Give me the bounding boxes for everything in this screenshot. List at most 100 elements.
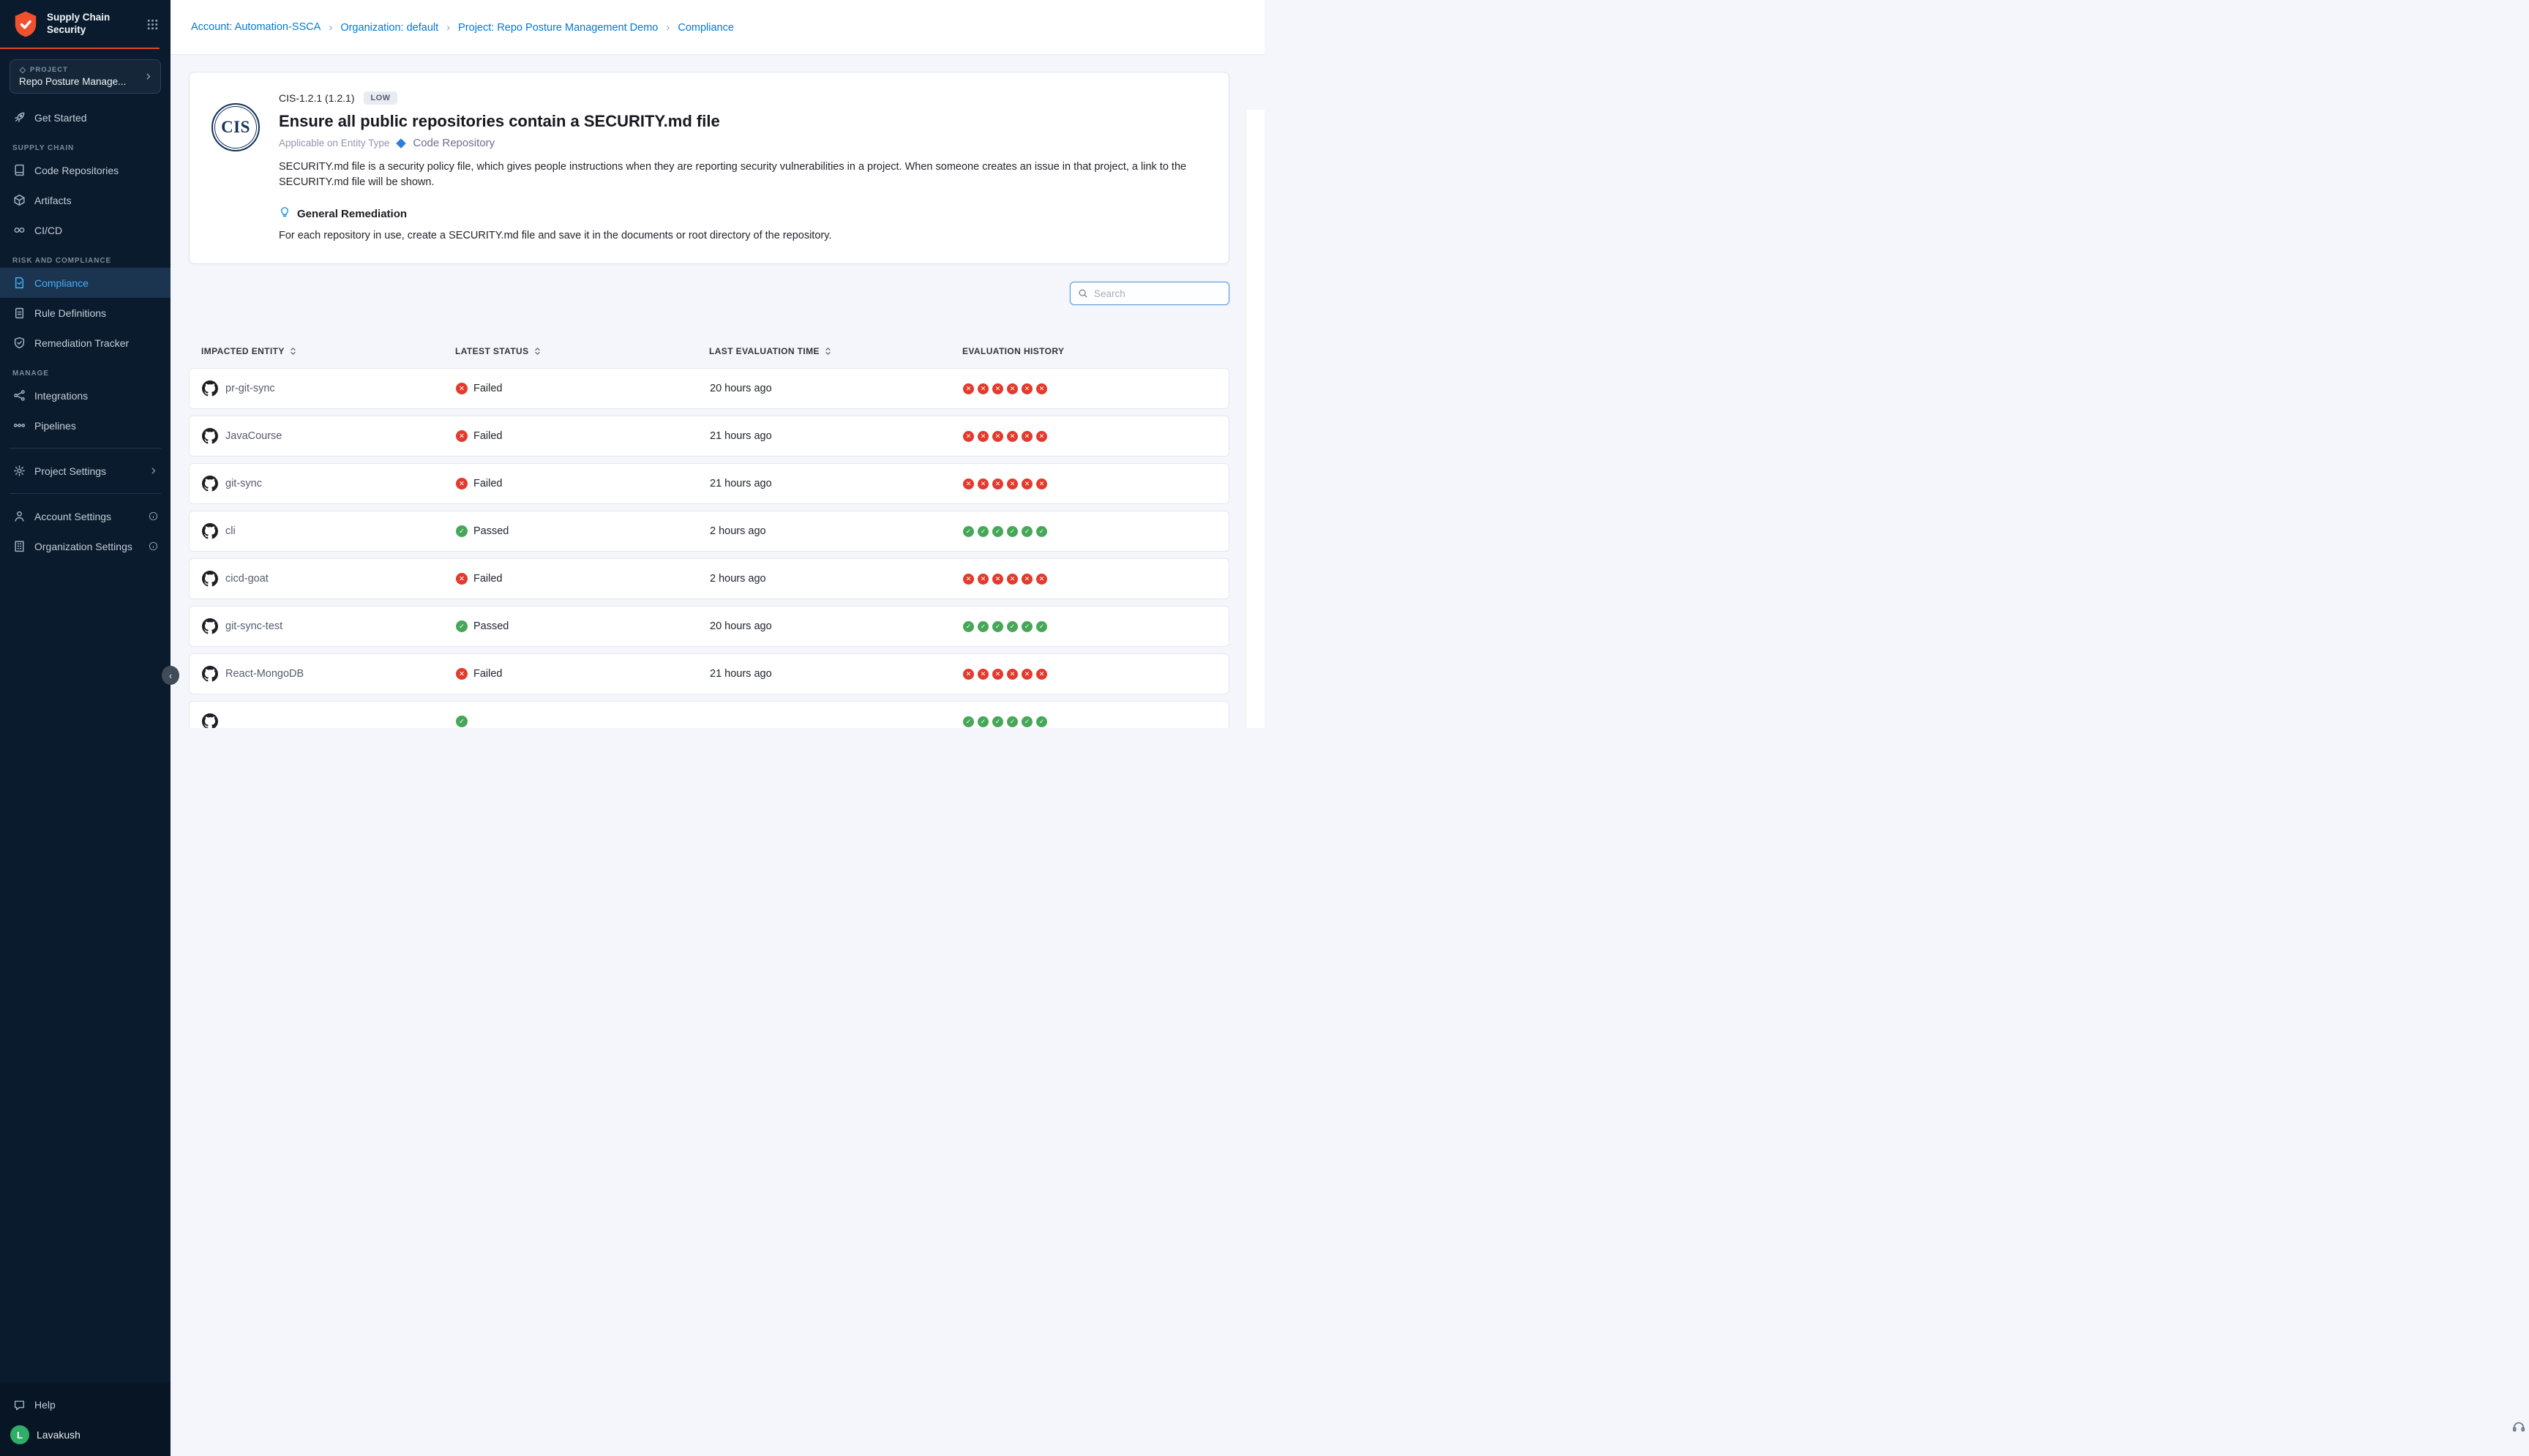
sort-icon[interactable]	[289, 346, 297, 356]
passed-icon[interactable]: ✓	[1007, 621, 1018, 632]
failed-icon[interactable]: ✕	[1036, 574, 1047, 585]
failed-icon[interactable]: ✕	[978, 431, 989, 442]
table-row[interactable]: pr-git-sync ✕ Failed 20 hours ago ✕✕✕✕✕✕	[189, 368, 1229, 409]
entity-name[interactable]: git-sync	[225, 478, 262, 489]
passed-icon[interactable]: ✓	[1036, 526, 1047, 537]
sort-icon[interactable]	[533, 346, 542, 356]
failed-icon[interactable]: ✕	[1036, 669, 1047, 680]
failed-icon[interactable]: ✕	[1022, 431, 1033, 442]
repository-icon	[12, 164, 26, 176]
project-selector[interactable]: PROJECT Repo Posture Manage...	[10, 59, 161, 94]
failed-icon[interactable]: ✕	[1036, 383, 1047, 394]
failed-icon[interactable]: ✕	[963, 383, 974, 394]
passed-icon[interactable]: ✓	[978, 716, 989, 727]
info-icon[interactable]	[149, 541, 158, 551]
passed-icon[interactable]: ✓	[978, 526, 989, 537]
table-row[interactable]: ✓ ✓✓✓✓✓✓	[189, 701, 1229, 728]
passed-icon[interactable]: ✓	[1036, 621, 1047, 632]
table-row[interactable]: React-MongoDB ✕ Failed 21 hours ago ✕✕✕✕…	[189, 653, 1229, 694]
passed-icon[interactable]: ✓	[1036, 716, 1047, 727]
column-impacted-entity[interactable]: IMPACTED ENTITY	[201, 346, 455, 356]
passed-icon[interactable]: ✓	[1007, 526, 1018, 537]
failed-icon[interactable]: ✕	[1007, 479, 1018, 489]
module-grid-icon[interactable]	[146, 18, 159, 31]
passed-icon[interactable]: ✓	[963, 621, 974, 632]
help-button[interactable]: Help	[0, 1392, 171, 1418]
table-row[interactable]: git-sync-test ✓ Passed 20 hours ago ✓✓✓✓…	[189, 606, 1229, 647]
sidebar-item-cicd[interactable]: CI/CD	[0, 215, 171, 245]
failed-icon[interactable]: ✕	[1022, 479, 1033, 489]
table-row[interactable]: cli ✓ Passed 2 hours ago ✓✓✓✓✓✓	[189, 511, 1229, 552]
failed-icon[interactable]: ✕	[1007, 669, 1018, 680]
user-menu[interactable]: L Lavakush	[0, 1425, 171, 1444]
failed-icon[interactable]: ✕	[992, 669, 1003, 680]
sidebar-item-remediation-tracker[interactable]: Remediation Tracker	[0, 328, 171, 358]
entity-name[interactable]: JavaCourse	[225, 430, 282, 442]
entity-name[interactable]: cli	[225, 525, 236, 537]
failed-icon[interactable]: ✕	[1007, 383, 1018, 394]
search-input[interactable]	[1094, 288, 1221, 299]
failed-icon[interactable]: ✕	[963, 669, 974, 680]
failed-icon[interactable]: ✕	[1007, 574, 1018, 585]
failed-icon[interactable]: ✕	[992, 383, 1003, 394]
entity-name[interactable]: pr-git-sync	[225, 383, 275, 394]
passed-icon[interactable]: ✓	[963, 526, 974, 537]
failed-icon[interactable]: ✕	[978, 669, 989, 680]
sidebar-item-integrations[interactable]: Integrations	[0, 380, 171, 410]
sidebar-item-rule-definitions[interactable]: Rule Definitions	[0, 298, 171, 328]
failed-icon[interactable]: ✕	[1022, 669, 1033, 680]
breadcrumb-project[interactable]: Project: Repo Posture Management Demo	[438, 21, 658, 34]
failed-icon[interactable]: ✕	[992, 479, 1003, 489]
passed-icon[interactable]: ✓	[1022, 526, 1033, 537]
failed-icon[interactable]: ✕	[992, 574, 1003, 585]
failed-icon[interactable]: ✕	[963, 431, 974, 442]
failed-icon[interactable]: ✕	[1036, 479, 1047, 489]
table-row[interactable]: JavaCourse ✕ Failed 21 hours ago ✕✕✕✕✕✕	[189, 416, 1229, 457]
passed-icon[interactable]: ✓	[1007, 716, 1018, 727]
failed-icon[interactable]: ✕	[963, 479, 974, 489]
main-area: Account: Automation-SSCA Organization: d…	[171, 0, 1264, 728]
failed-icon[interactable]: ✕	[1022, 574, 1033, 585]
failed-icon[interactable]: ✕	[992, 431, 1003, 442]
sidebar-item-account-settings[interactable]: Account Settings	[0, 501, 171, 531]
table-row[interactable]: cicd-goat ✕ Failed 2 hours ago ✕✕✕✕✕✕	[189, 558, 1229, 599]
passed-icon[interactable]: ✓	[992, 716, 1003, 727]
passed-icon[interactable]: ✓	[992, 621, 1003, 632]
breadcrumb-organization[interactable]: Organization: default	[321, 21, 438, 34]
column-latest-status[interactable]: LATEST STATUS	[455, 346, 709, 356]
sidebar-collapse-handle[interactable]: ‹	[162, 666, 179, 685]
supply-chain-security-logo-icon[interactable]	[12, 10, 40, 38]
sidebar-item-artifacts[interactable]: Artifacts	[0, 185, 171, 215]
entity-name[interactable]: cicd-goat	[225, 573, 269, 585]
failed-icon[interactable]: ✕	[978, 383, 989, 394]
support-widget-icon[interactable]	[2511, 1419, 2526, 1437]
failed-icon[interactable]: ✕	[1036, 431, 1047, 442]
failed-icon[interactable]: ✕	[963, 574, 974, 585]
sidebar-item-pipelines[interactable]: Pipelines	[0, 410, 171, 440]
passed-icon[interactable]: ✓	[978, 621, 989, 632]
entity-name[interactable]: React-MongoDB	[225, 668, 304, 680]
failed-icon[interactable]: ✕	[978, 574, 989, 585]
column-last-evaluation-time[interactable]: LAST EVALUATION TIME	[709, 346, 962, 356]
passed-icon[interactable]: ✓	[1022, 716, 1033, 727]
shield-icon	[12, 337, 26, 349]
table-body: pr-git-sync ✕ Failed 20 hours ago ✕✕✕✕✕✕…	[189, 368, 1229, 728]
sidebar-item-organization-settings[interactable]: Organization Settings	[0, 531, 171, 561]
failed-icon[interactable]: ✕	[1007, 431, 1018, 442]
sidebar-item-project-settings[interactable]: Project Settings	[0, 456, 171, 486]
failed-icon[interactable]: ✕	[1022, 383, 1033, 394]
breadcrumb-compliance[interactable]: Compliance	[658, 21, 734, 34]
entity-name[interactable]: git-sync-test	[225, 620, 282, 632]
sidebar-item-get-started[interactable]: Get Started	[0, 102, 171, 132]
breadcrumb-account[interactable]: Account: Automation-SSCA	[191, 21, 321, 33]
table-row[interactable]: git-sync ✕ Failed 21 hours ago ✕✕✕✕✕✕	[189, 463, 1229, 504]
impacted-entity-cell: cicd-goat	[202, 571, 456, 587]
failed-icon[interactable]: ✕	[978, 479, 989, 489]
passed-icon[interactable]: ✓	[992, 526, 1003, 537]
passed-icon[interactable]: ✓	[1022, 621, 1033, 632]
info-icon[interactable]	[149, 511, 158, 521]
passed-icon[interactable]: ✓	[963, 716, 974, 727]
sidebar-item-compliance[interactable]: Compliance	[0, 268, 171, 298]
sort-icon[interactable]	[824, 346, 832, 356]
sidebar-item-code-repositories[interactable]: Code Repositories	[0, 155, 171, 185]
